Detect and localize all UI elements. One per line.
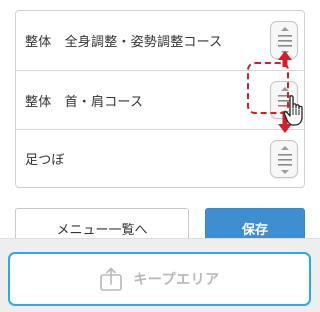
menu-list-item[interactable]: 足つぼ (16, 129, 304, 187)
drag-handle-icon[interactable] (270, 140, 298, 178)
menu-list-item[interactable]: 整体 首・肩コース (16, 70, 304, 129)
menu-list-item[interactable]: 整体 全身調整・姿勢調整コース (16, 11, 304, 70)
keep-area-icon (100, 267, 123, 291)
menu-list: 整体 全身調整・姿勢調整コース 整体 首・肩コース 足つぼ (15, 10, 305, 188)
menu-item-label: 足つぼ (25, 153, 65, 168)
keep-area-label: キープエリア (133, 272, 220, 288)
keep-area-dropzone[interactable]: キープエリア (8, 252, 311, 306)
menu-item-label: 整体 首・肩コース (25, 94, 144, 110)
menu-item-label: 整体 全身調整・姿勢調整コース (25, 35, 223, 50)
drag-handle-icon[interactable] (270, 81, 298, 119)
drag-handle-icon[interactable] (270, 21, 298, 59)
